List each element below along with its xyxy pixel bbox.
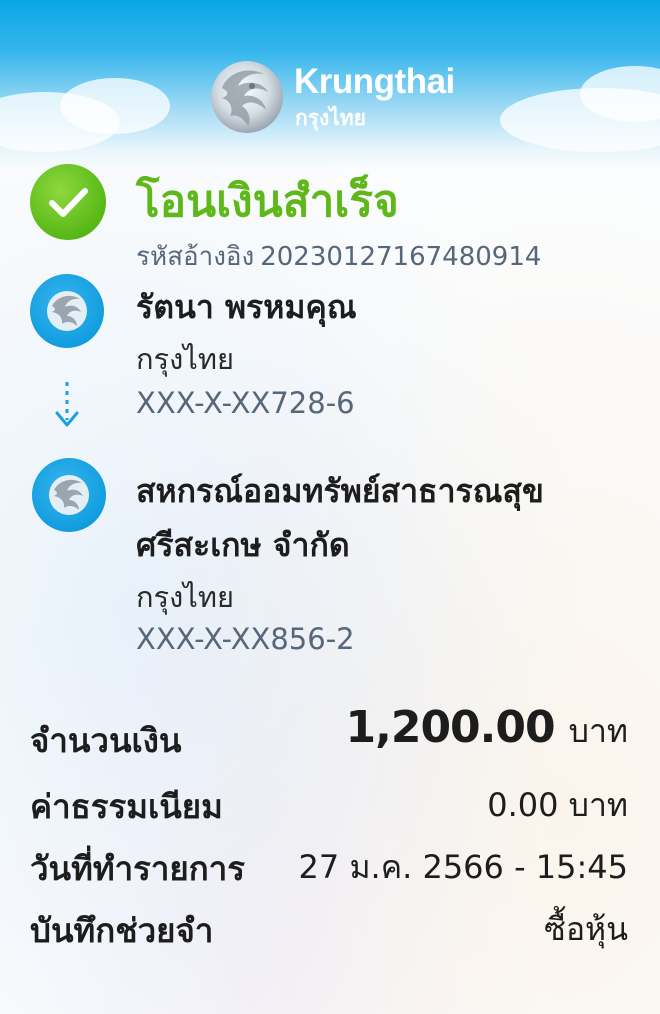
receiver-bank-avatar <box>32 458 106 532</box>
receiver-name-line2: ศรีสะเกษ จำกัด <box>136 526 350 564</box>
krungthai-bird-icon <box>47 291 87 331</box>
fee-label: ค่าธรรมเนียม <box>30 787 223 826</box>
sender-bank-avatar <box>30 274 104 348</box>
amount-value-group: 1,200.00 บาท <box>346 702 629 757</box>
status-title: โอนเงินสำเร็จ <box>136 176 399 227</box>
receiver-bank: กรุงไทย <box>136 580 234 614</box>
transfer-arrow-down-icon <box>55 382 79 427</box>
reference-line: รหัสอ้างอิง 20230127167480914 <box>136 236 541 277</box>
header-banner: Krungthai กรุงไทย <box>0 0 660 170</box>
fee-value: 0.00 บาท <box>487 786 628 824</box>
date-label: วันที่ทำรายการ <box>30 849 245 888</box>
amount-unit: บาท <box>568 712 628 750</box>
success-badge <box>30 164 106 240</box>
sender-bank: กรุงไทย <box>136 342 234 376</box>
sender-name: รัตนา พรหมคุณ <box>136 288 357 326</box>
receiver-account: XXX-X-XX856-2 <box>136 622 355 656</box>
date-value: 27 ม.ค. 2566 - 15:45 <box>298 848 628 886</box>
krungthai-bird-logo-icon <box>211 61 283 133</box>
memo-value: ซื้อหุ้น <box>544 910 628 948</box>
brand-name-english: Krungthai <box>294 62 455 101</box>
sender-account: XXX-X-XX728-6 <box>136 386 355 420</box>
brand-logo: Krungthai กรุงไทย <box>208 58 468 136</box>
amount-value: 1,200.00 <box>345 702 556 753</box>
memo-label: บันทึกช่วยจำ <box>30 911 214 950</box>
amount-label: จำนวนเงิน <box>30 721 182 760</box>
receiver-name-line1: สหกรณ์ออมทรัพย์สาธารณสุข <box>136 472 544 510</box>
check-icon <box>49 188 88 217</box>
reference-label: รหัสอ้างอิง <box>136 242 255 272</box>
reference-number: 20230127167480914 <box>260 242 542 272</box>
brand-name-thai: กรุงไทย <box>295 106 366 130</box>
krungthai-bird-icon <box>49 475 89 515</box>
